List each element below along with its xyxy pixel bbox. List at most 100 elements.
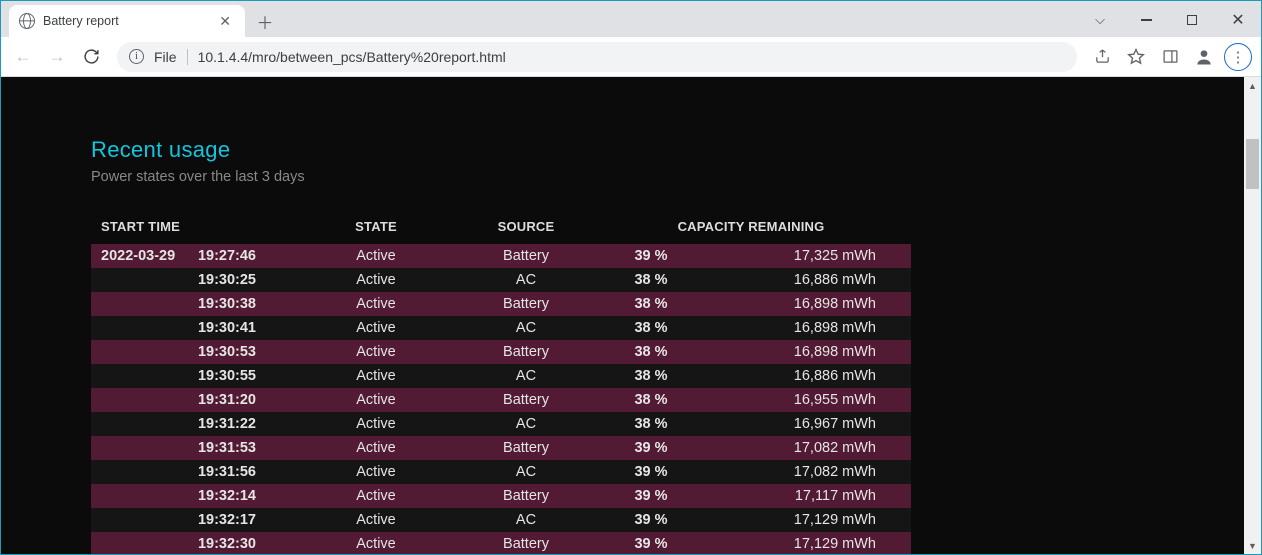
cell-state: Active: [291, 412, 461, 436]
cell-date: [91, 292, 186, 316]
cell-time: 19:30:55: [186, 364, 291, 388]
cell-time: 19:32:30: [186, 532, 291, 554]
cell-time: 19:31:20: [186, 388, 291, 412]
star-icon: [1127, 48, 1145, 66]
scroll-up-button[interactable]: ▲: [1244, 77, 1261, 94]
cell-percent: 39 %: [591, 460, 711, 484]
cell-capacity: 17,117 mWh: [711, 484, 911, 508]
cell-source: Battery: [461, 340, 591, 364]
profile-button[interactable]: [1187, 41, 1221, 73]
table-row: 2022-03-2919:27:46ActiveBattery39 %17,32…: [91, 244, 911, 268]
tab-title: Battery report: [43, 14, 207, 28]
scroll-down-button[interactable]: ▼: [1244, 537, 1261, 554]
content-viewport: Recent usage Power states over the last …: [1, 77, 1261, 554]
close-icon: ✕: [1231, 10, 1244, 30]
reload-icon: [83, 48, 100, 65]
kebab-menu-icon: ⋮: [1224, 43, 1252, 71]
cell-percent: 39 %: [591, 532, 711, 554]
reload-button[interactable]: [75, 41, 107, 73]
cell-percent: 38 %: [591, 388, 711, 412]
cell-source: AC: [461, 412, 591, 436]
toolbar-right: ⋮: [1085, 41, 1255, 73]
cell-state: Active: [291, 316, 461, 340]
share-button[interactable]: [1085, 41, 1119, 73]
cell-percent: 38 %: [591, 292, 711, 316]
table-row: 19:31:20ActiveBattery38 %16,955 mWh: [91, 388, 911, 412]
cell-capacity: 16,886 mWh: [711, 364, 911, 388]
usage-table: START TIME STATE SOURCE CAPACITY REMAINI…: [91, 213, 911, 554]
cell-time: 19:31:56: [186, 460, 291, 484]
cell-capacity: 16,898 mWh: [711, 316, 911, 340]
cell-source: AC: [461, 268, 591, 292]
cell-source: AC: [461, 460, 591, 484]
cell-time: 19:32:17: [186, 508, 291, 532]
col-state: STATE: [291, 213, 461, 244]
nav-forward-button[interactable]: →: [41, 41, 73, 73]
cell-source: AC: [461, 508, 591, 532]
cell-source: Battery: [461, 532, 591, 554]
cell-date: [91, 340, 186, 364]
chrome-menu-button[interactable]: ⋮: [1221, 41, 1255, 73]
cell-state: Active: [291, 268, 461, 292]
cell-capacity: 17,129 mWh: [711, 508, 911, 532]
tab-search-button[interactable]: ⌵: [1077, 3, 1123, 37]
cell-capacity: 16,967 mWh: [711, 412, 911, 436]
cell-date: [91, 532, 186, 554]
cell-date: [91, 364, 186, 388]
site-info-icon[interactable]: i: [129, 49, 144, 64]
cell-percent: 38 %: [591, 412, 711, 436]
url-text: 10.1.4.4/mro/between_pcs/Battery%20repor…: [198, 49, 506, 65]
window-minimize-button[interactable]: [1123, 3, 1169, 37]
cell-capacity: 16,886 mWh: [711, 268, 911, 292]
side-panel-button[interactable]: [1153, 41, 1187, 73]
cell-percent: 38 %: [591, 316, 711, 340]
cell-percent: 38 %: [591, 268, 711, 292]
cell-time: 19:31:22: [186, 412, 291, 436]
cell-source: AC: [461, 316, 591, 340]
cell-percent: 39 %: [591, 244, 711, 268]
share-icon: [1094, 48, 1111, 65]
window-maximize-button[interactable]: [1169, 3, 1215, 37]
cell-time: 19:30:41: [186, 316, 291, 340]
cell-state: Active: [291, 244, 461, 268]
cell-capacity: 17,082 mWh: [711, 436, 911, 460]
browser-tab[interactable]: Battery report ✕: [9, 5, 245, 37]
col-capacity: CAPACITY REMAINING: [591, 213, 911, 244]
cell-date: [91, 484, 186, 508]
table-row: 19:30:25ActiveAC38 %16,886 mWh: [91, 268, 911, 292]
cell-source: Battery: [461, 388, 591, 412]
new-tab-button[interactable]: ＋: [251, 7, 279, 35]
section-heading: Recent usage: [91, 137, 1244, 163]
cell-percent: 39 %: [591, 508, 711, 532]
cell-state: Active: [291, 508, 461, 532]
cell-state: Active: [291, 436, 461, 460]
cell-time: 19:30:25: [186, 268, 291, 292]
cell-source: Battery: [461, 292, 591, 316]
chevron-down-icon: ⌵: [1095, 12, 1105, 28]
url-input[interactable]: i File 10.1.4.4/mro/between_pcs/Battery%…: [117, 42, 1077, 72]
cell-capacity: 16,955 mWh: [711, 388, 911, 412]
bookmark-button[interactable]: [1119, 41, 1153, 73]
window-titlebar: Battery report ✕ ＋ ⌵ ✕: [1, 1, 1261, 37]
cell-date: [91, 412, 186, 436]
cell-state: Active: [291, 532, 461, 554]
cell-state: Active: [291, 340, 461, 364]
cell-time: 19:30:53: [186, 340, 291, 364]
table-row: 19:32:17ActiveAC39 %17,129 mWh: [91, 508, 911, 532]
vertical-scrollbar[interactable]: ▲ ▼: [1244, 77, 1261, 554]
cell-percent: 39 %: [591, 484, 711, 508]
window-close-button[interactable]: ✕: [1215, 3, 1261, 37]
nav-back-button[interactable]: ←: [7, 41, 39, 73]
scroll-thumb[interactable]: [1246, 139, 1259, 189]
table-row: 19:31:56ActiveAC39 %17,082 mWh: [91, 460, 911, 484]
globe-icon: [19, 13, 35, 29]
tab-close-button[interactable]: ✕: [215, 11, 235, 32]
cell-capacity: 17,325 mWh: [711, 244, 911, 268]
cell-source: Battery: [461, 244, 591, 268]
cell-capacity: 16,898 mWh: [711, 292, 911, 316]
cell-date: [91, 388, 186, 412]
table-row: 19:31:22ActiveAC38 %16,967 mWh: [91, 412, 911, 436]
cell-source: Battery: [461, 436, 591, 460]
table-row: 19:30:53ActiveBattery38 %16,898 mWh: [91, 340, 911, 364]
cell-capacity: 16,898 mWh: [711, 340, 911, 364]
